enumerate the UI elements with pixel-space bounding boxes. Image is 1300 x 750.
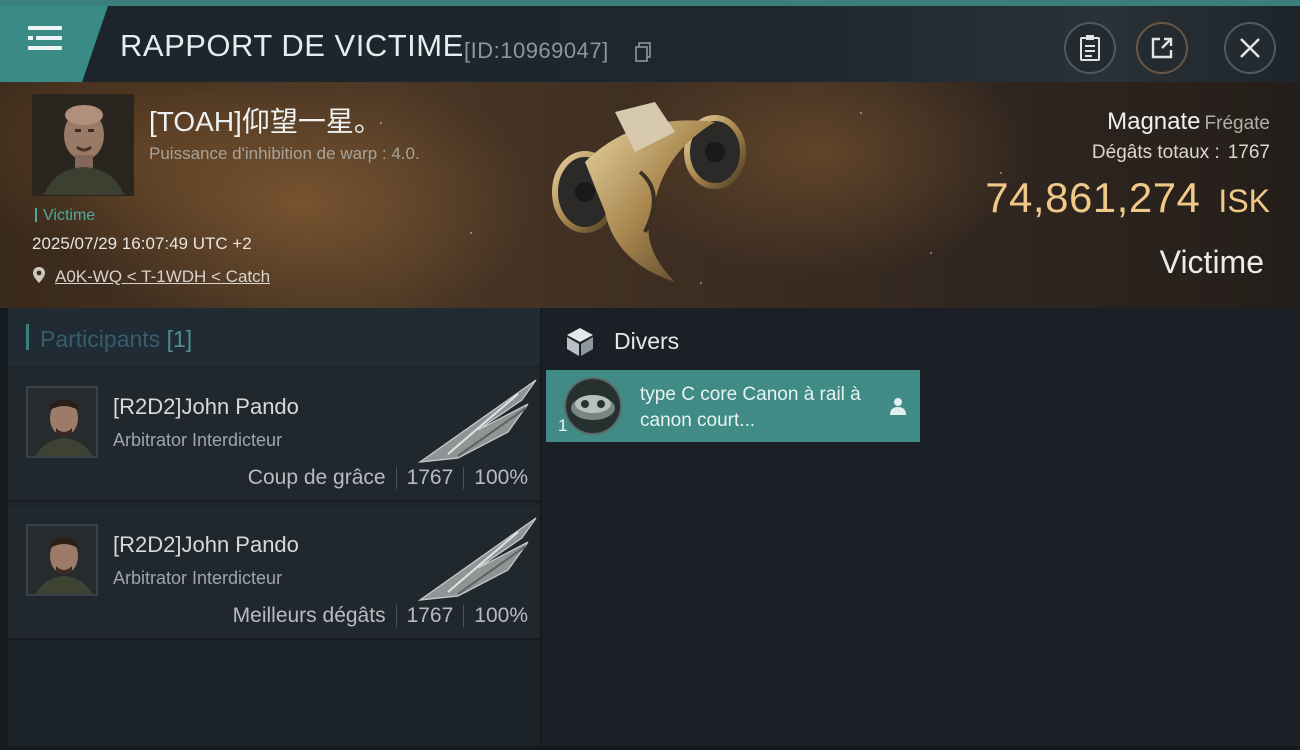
- item-quantity: 1: [558, 416, 568, 435]
- participant-percent: 100%: [474, 466, 528, 489]
- participant-stats: Meilleurs dégâts 1767 100%: [233, 604, 528, 628]
- participant-avatar[interactable]: [26, 386, 98, 458]
- participant-name[interactable]: [R2D2]John Pando: [113, 532, 299, 558]
- participant-avatar[interactable]: [26, 524, 98, 596]
- isk-unit: ISK: [1218, 183, 1270, 219]
- participant-stats: Coup de grâce 1767 100%: [248, 466, 528, 490]
- participants-label: Participants: [40, 326, 161, 352]
- victim-name[interactable]: [TOAH]仰望一星。: [149, 100, 382, 140]
- participants-count: [1]: [166, 326, 193, 352]
- ship-class: Frégate: [1204, 113, 1270, 134]
- victim-banner: [TOAH]仰望一星。 Puissance d'inhibition de wa…: [0, 82, 1300, 308]
- participant-name[interactable]: [R2D2]John Pando: [113, 394, 299, 420]
- victim-avatar: [33, 95, 133, 195]
- isk-value: 74,861,274 ISK: [985, 174, 1270, 222]
- clipboard-icon: [1080, 35, 1100, 61]
- item-name: type C core Canon à rail à canon court..…: [640, 384, 861, 431]
- page-title: RAPPORT DE VICTIME: [120, 28, 464, 63]
- header-bar: RAPPORT DE VICTIME [ID:10969047]: [0, 0, 1300, 82]
- participant-row[interactable]: [R2D2]John Pando Arbitrator Interdicteur…: [8, 506, 540, 640]
- cube-icon: [567, 328, 593, 356]
- participant-damage: 1767: [406, 604, 454, 627]
- divers-panel: Divers 1 type C core Canon à rail à cano…: [542, 308, 1300, 746]
- location-pin-icon: [33, 267, 45, 283]
- victim-ship-image[interactable]: [545, 92, 765, 292]
- item-thumbnail: [564, 377, 622, 435]
- participants-panel: Participants [1] [R2D2]John Pando Arbitr…: [8, 308, 540, 746]
- person-icon[interactable]: [888, 396, 908, 416]
- report-id: [ID:10969047]: [464, 38, 609, 63]
- victim-role-tag: Victime: [35, 207, 95, 225]
- participants-header: Participants [1]: [8, 308, 540, 366]
- participant-row[interactable]: [R2D2]John Pando Arbitrator Interdicteur…: [8, 368, 540, 502]
- victim-status: Victime: [1159, 244, 1264, 280]
- victim-subtitle: Puissance d'inhibition de warp : 4.0.: [149, 144, 420, 163]
- total-damage-label: Dégâts totaux :: [1091, 142, 1220, 163]
- section-marker: [26, 324, 29, 350]
- share-icon: [1151, 37, 1173, 59]
- participant-ship-image[interactable]: [418, 512, 538, 604]
- divers-title: Divers: [614, 328, 680, 354]
- clipboard-button[interactable]: [1064, 22, 1116, 74]
- close-button[interactable]: [1224, 22, 1276, 74]
- total-damage: Dégâts totaux : 1767: [1092, 142, 1270, 164]
- participant-ship-image[interactable]: [418, 374, 538, 466]
- victim-ship-type: Magnate Frégate: [1107, 108, 1270, 136]
- share-button[interactable]: [1136, 22, 1188, 74]
- menu-button[interactable]: [0, 6, 108, 82]
- total-damage-value: 1767: [1227, 142, 1270, 163]
- victim-portrait[interactable]: [32, 94, 134, 196]
- participant-percent: 100%: [474, 604, 528, 627]
- participant-damage: 1767: [406, 466, 454, 489]
- ship-name[interactable]: Magnate: [1107, 108, 1200, 135]
- victim-datetime: 2025/07/29 16:07:49 UTC +2: [32, 234, 252, 253]
- item-card[interactable]: 1 type C core Canon à rail à canon court…: [546, 370, 920, 442]
- copy-icon[interactable]: [634, 42, 652, 62]
- isk-amount: 74,861,274: [985, 174, 1201, 221]
- victim-location-link[interactable]: A0K-WQ < T-1WDH < Catch: [55, 267, 270, 287]
- participant-ship: Arbitrator Interdicteur: [113, 430, 283, 450]
- participant-ship: Arbitrator Interdicteur: [113, 568, 283, 588]
- participant-blow-type: Coup de grâce: [247, 466, 386, 489]
- participant-blow-type: Meilleurs dégâts: [232, 604, 386, 627]
- close-icon: [1240, 38, 1260, 58]
